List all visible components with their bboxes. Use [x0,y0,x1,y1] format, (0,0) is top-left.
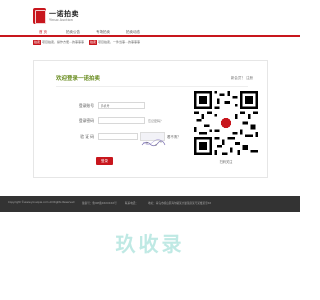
ticker-item[interactable]: 项目拍卖，操作方便…的事事事 [42,40,84,44]
ticker-tag: 拍卖 [89,40,98,45]
news-ticker: 拍卖 项目拍卖，操作方便…的事事事 拍卖 项目拍卖，一件当事…的事事事 [33,39,144,45]
qr-caption: 扫码关注 [219,160,233,164]
register-link[interactable]: 新会员？ 注册 [231,76,253,81]
password-input[interactable] [98,117,145,124]
captcha-noise-icon [141,139,166,147]
panel-divider [56,86,248,87]
footer-copyright: Copyright ©www.yinuopai.com All Rights R… [8,201,75,204]
nav-divider [0,35,300,37]
footer-contact: 联系电话： [125,202,138,205]
logo-seal-icon[interactable] [33,8,46,24]
captcha-image[interactable] [140,132,166,147]
password-label: 登录密码 [78,118,94,123]
forgot-password-link[interactable]: 忘记密码？ [148,119,163,123]
logo-subtitle: Yinuo Auction [49,18,73,22]
captcha-label: 验 证 码 [80,134,94,139]
ticker-tag: 拍卖 [33,40,42,45]
qr-code-icon [194,91,258,155]
username-input[interactable] [98,102,145,109]
site-header: 一诺拍卖 Yinuo Auction 首 页 拍卖公告 专场拍卖 拍卖动态 [0,0,300,38]
captcha-input[interactable] [98,133,138,140]
site-footer: Copyright ©www.yinuopai.com All Rights R… [0,196,300,212]
watermark-text: 玖收录 [115,232,185,256]
captcha-refresh-link[interactable]: 看不清？ [167,134,181,139]
footer-icp[interactable]: 备案号：鲁ICP备XXXXXXX号 [82,201,117,205]
footer-address: 地址：青岛市崂山区海尔路某大厦某座某号某楼某室XX [148,202,212,205]
ticker-item[interactable]: 项目拍卖，一件当事…的事事事 [98,40,140,44]
username-label: 登录账号 [78,103,94,108]
login-title: 欢迎登录一诺拍卖 [56,76,101,82]
login-button[interactable]: 登录 [96,157,113,165]
login-panel: 欢迎登录一诺拍卖 新会员？ 注册 登录账号 登录密码 忘记密码？ 验 证 码 看… [33,60,268,178]
